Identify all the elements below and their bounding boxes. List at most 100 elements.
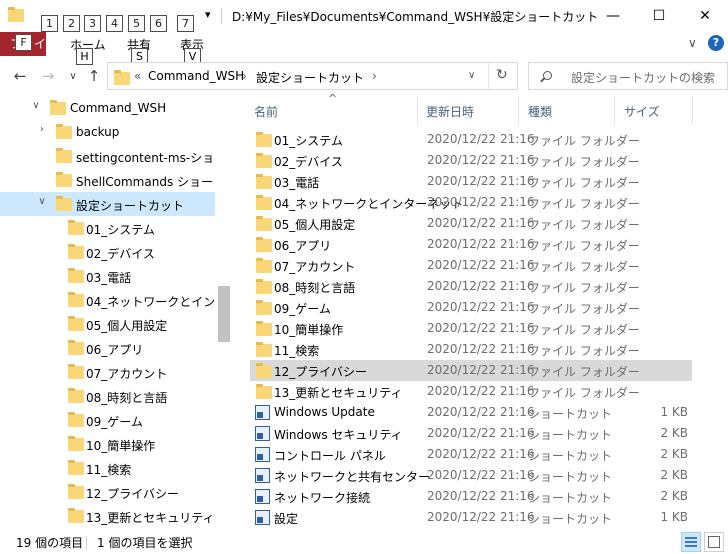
list-item[interactable]: 08_時刻と言語 2020/12/22 21:16 ファイル フォルダー: [250, 276, 692, 297]
column-header-type[interactable]: 種類: [528, 103, 552, 120]
tree-item[interactable]: 13_更新とセキュリティ: [0, 504, 215, 528]
details-view-icon: [685, 537, 697, 539]
tree-item[interactable]: 06_アプリ: [0, 336, 215, 360]
tree-item-label: 02_デバイス: [86, 247, 155, 261]
list-item-name: ネットワーク接続: [274, 491, 371, 505]
forward-button[interactable]: →: [37, 66, 59, 86]
tree-item[interactable]: › backup: [0, 120, 215, 144]
list-item[interactable]: 11_検索 2020/12/22 21:16 ファイル フォルダー: [250, 339, 692, 360]
tree-item[interactable]: 08_時刻と言語: [0, 384, 215, 408]
shortcut-icon: [255, 405, 270, 420]
list-item[interactable]: 01_システム 2020/12/22 21:16 ファイル フォルダー: [250, 129, 692, 150]
column-divider[interactable]: [417, 96, 418, 124]
address-bar[interactable]: « Command_WSH › 設定ショートカット › ∨ ↻: [107, 62, 518, 90]
quick-access-dropdown-icon[interactable]: ▾: [205, 8, 211, 21]
tree-item[interactable]: 04_ネットワークとインターネット: [0, 288, 230, 312]
details-view-button[interactable]: [681, 532, 701, 552]
list-item[interactable]: ネットワーク接続 2020/12/22 21:16 ショートカット 2 KB: [250, 486, 692, 507]
tree-item[interactable]: ∨ 設定ショートカット: [0, 192, 215, 216]
breadcrumb-command-wsh[interactable]: Command_WSH: [148, 69, 244, 83]
breadcrumb-settings-shortcuts[interactable]: 設定ショートカット: [256, 69, 364, 86]
breadcrumb-overflow[interactable]: «: [134, 69, 141, 83]
tree-item[interactable]: 12_プライバシー: [0, 480, 215, 504]
list-item[interactable]: Windows Update 2020/12/22 21:16 ショートカット 1 K…: [250, 402, 692, 423]
list-item-type: ショートカット: [528, 407, 613, 421]
list-item-type: ファイル フォルダー: [528, 365, 640, 379]
tree-collapse-icon[interactable]: ∨: [30, 100, 42, 111]
list-item-date: 2020/12/22 21:16: [427, 174, 535, 188]
search-box[interactable]: 設定ショートカットの検索: [528, 62, 728, 90]
ribbon-expand-icon[interactable]: ∨: [688, 36, 697, 50]
qa-keytip-4: 4: [106, 15, 123, 32]
folder-icon: [68, 484, 84, 499]
list-item[interactable]: ネットワークと共有センター 2020/12/22 21:16 ショートカット 2 KB: [250, 465, 692, 486]
list-item[interactable]: 05_個人用設定 2020/12/22 21:16 ファイル フォルダー: [250, 213, 692, 234]
list-item[interactable]: Windows セキュリティ 2020/12/22 21:16 ショートカット 2 K…: [250, 423, 692, 444]
tree-item[interactable]: ShellCommands ショートカット: [0, 168, 230, 192]
tree-collapse-icon[interactable]: ∨: [36, 196, 48, 207]
breadcrumb-separator[interactable]: ›: [242, 69, 247, 83]
list-item[interactable]: 12_プライバシー 2020/12/22 21:16 ファイル フォルダー: [250, 360, 692, 381]
list-item[interactable]: 02_デバイス 2020/12/22 21:16 ファイル フォルダー: [250, 150, 692, 171]
tree-item[interactable]: 03_電話: [0, 264, 215, 288]
close-button[interactable]: ✕: [682, 0, 728, 32]
tree-item[interactable]: 11_検索: [0, 456, 215, 480]
tree-item[interactable]: ∨ Command_WSH: [0, 96, 215, 120]
list-item-type: ファイル フォルダー: [528, 134, 640, 148]
list-item[interactable]: 06_アプリ 2020/12/22 21:16 ファイル フォルダー: [250, 234, 692, 255]
list-item[interactable]: 09_ゲーム 2020/12/22 21:16 ファイル フォルダー: [250, 297, 692, 318]
column-divider[interactable]: [692, 96, 693, 124]
navigation-tree[interactable]: ∨ Command_WSH › backup settingcontent-ms-ショー…: [0, 96, 230, 528]
maximize-button[interactable]: ☐: [636, 0, 682, 32]
list-item[interactable]: 13_更新とセキュリティ 2020/12/22 21:16 ファイル フォルダー: [250, 381, 692, 402]
tree-item[interactable]: 07_アカウント: [0, 360, 215, 384]
tree-expand-icon[interactable]: ›: [36, 124, 48, 135]
address-folder-icon: [114, 70, 130, 85]
tree-item-label: 12_プライバシー: [86, 487, 180, 501]
list-item[interactable]: 03_電話 2020/12/22 21:16 ファイル フォルダー: [250, 171, 692, 192]
help-icon[interactable]: ?: [708, 35, 724, 51]
list-item-size: 2 KB: [660, 468, 688, 482]
minimize-button[interactable]: —: [590, 0, 636, 32]
tree-item[interactable]: settingcontent-ms-ショートカット: [0, 144, 230, 168]
tree-scrollbar-thumb[interactable]: [218, 286, 230, 342]
column-header-date[interactable]: 更新日時: [426, 103, 474, 120]
list-item[interactable]: 07_アカウント 2020/12/22 21:16 ファイル フォルダー: [250, 255, 692, 276]
tree-item[interactable]: 01_システム: [0, 216, 215, 240]
column-header-name[interactable]: 名前: [254, 103, 278, 120]
column-divider[interactable]: [614, 96, 615, 124]
list-item-name: 03_電話: [274, 176, 320, 190]
list-item-name: 07_アカウント: [274, 260, 356, 274]
list-item-name: 08_時刻と言語: [274, 281, 356, 295]
list-item-date: 2020/12/22 21:16: [427, 426, 535, 440]
refresh-icon[interactable]: ↻: [496, 67, 508, 83]
list-item-name: 05_個人用設定: [274, 218, 356, 232]
tree-item[interactable]: 09_ゲーム: [0, 408, 215, 432]
file-list[interactable]: ^ 名前 更新日時 種類 サイズ 01_システム 2020/12/22 21:16…: [246, 92, 728, 528]
address-dropdown-icon[interactable]: ∨: [468, 70, 475, 81]
list-item[interactable]: 10_簡単操作 2020/12/22 21:16 ファイル フォルダー: [250, 318, 692, 339]
up-button[interactable]: ↑: [83, 66, 105, 86]
folder-icon: [56, 196, 72, 211]
folder-icon: [68, 220, 84, 235]
large-icons-view-button[interactable]: [704, 532, 724, 552]
navigation-bar: ← → ∨ ↑ « Command_WSH › 設定ショートカット › ∨ ↻ …: [0, 58, 728, 94]
recent-locations-button[interactable]: ∨: [62, 66, 84, 86]
column-divider[interactable]: [518, 96, 519, 124]
shortcut-icon: [255, 510, 270, 525]
list-item-name: 09_ゲーム: [274, 302, 331, 316]
tree-item[interactable]: 05_個人用設定: [0, 312, 215, 336]
list-item-size: 1 KB: [660, 405, 688, 419]
back-button[interactable]: ←: [9, 66, 31, 86]
list-item-type: ショートカット: [528, 470, 613, 484]
list-item[interactable]: 04_ネットワークとインターネット 2020/12/22 21:16 ファイル フォ…: [250, 192, 692, 213]
list-item[interactable]: 設定 2020/12/22 21:16 ショートカット 1 KB: [250, 507, 692, 528]
tree-item[interactable]: 10_簡単操作: [0, 432, 215, 456]
shortcut-icon: [255, 468, 270, 483]
column-header-size[interactable]: サイズ: [624, 103, 660, 120]
breadcrumb-separator-2[interactable]: ›: [372, 69, 377, 83]
tree-item[interactable]: 02_デバイス: [0, 240, 215, 264]
list-item-date: 2020/12/22 21:16: [427, 468, 535, 482]
list-item[interactable]: コントロール パネル 2020/12/22 21:16 ショートカット 2 KB: [250, 444, 692, 465]
shortcut-icon: [255, 447, 270, 462]
